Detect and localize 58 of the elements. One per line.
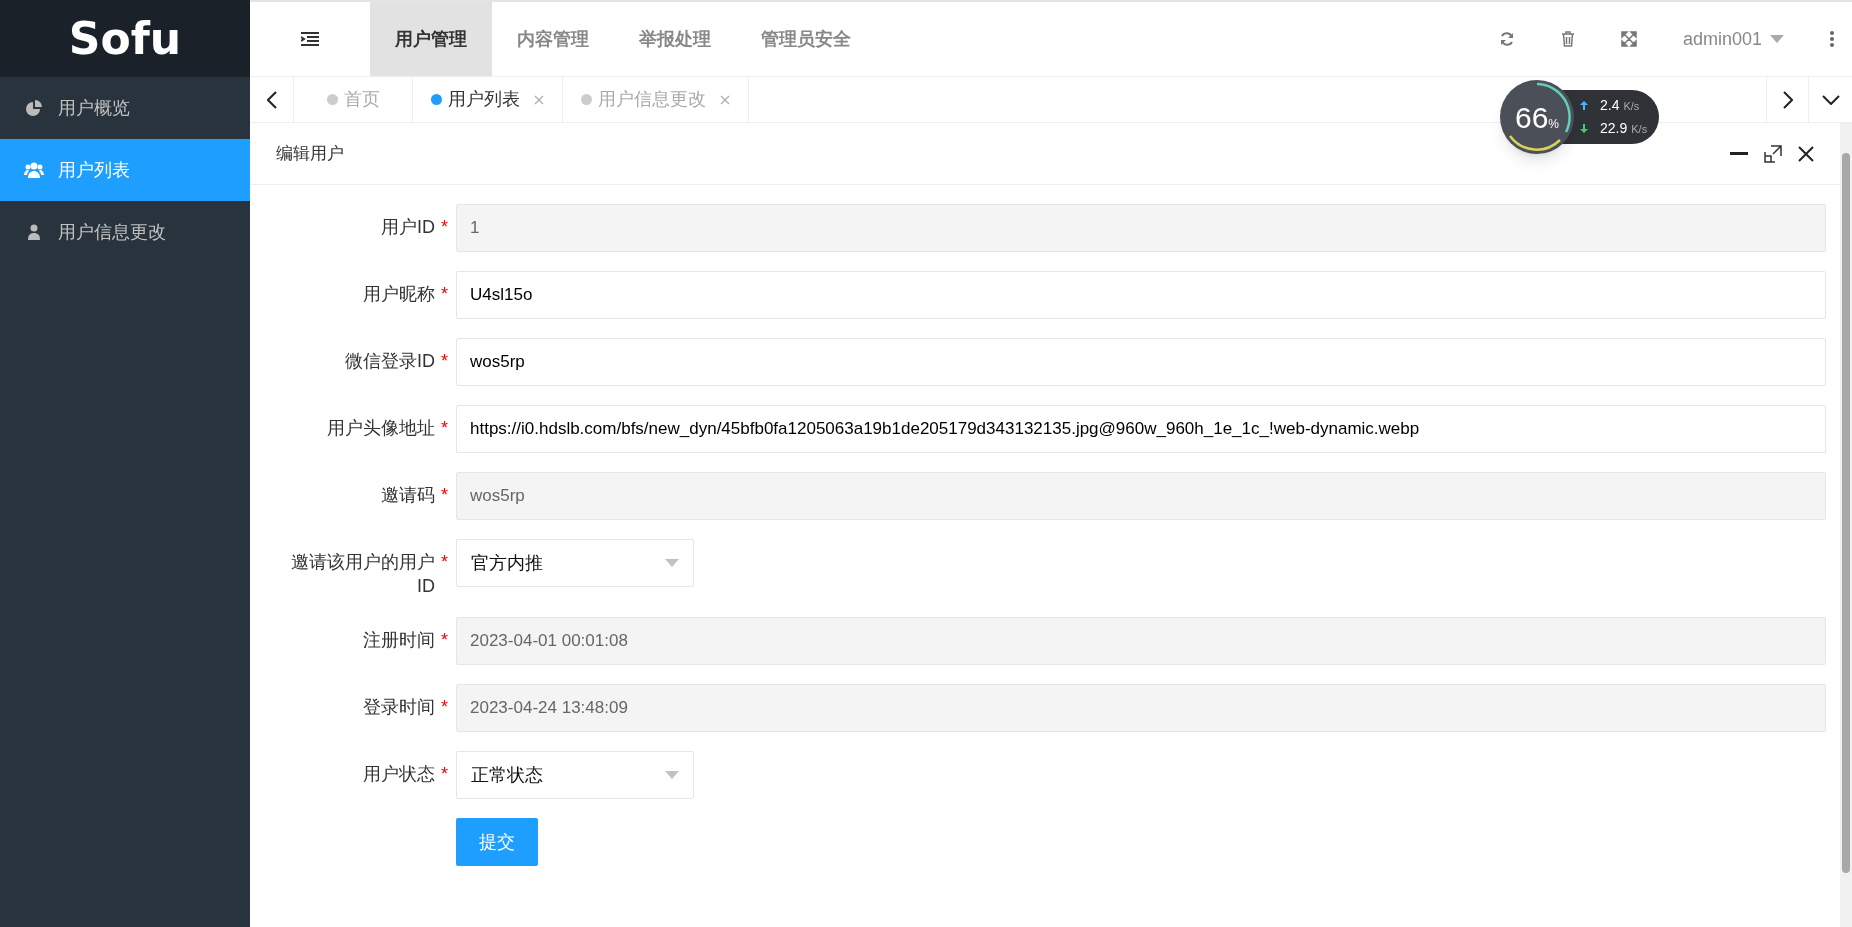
field-label: 用户昵称 * — [362, 281, 449, 306]
field-label: 注册时间 * — [362, 627, 449, 652]
required-asterisk: * — [441, 484, 448, 507]
required-asterisk: * — [441, 417, 448, 440]
top-menu-tab[interactable]: 内容管理 — [492, 2, 614, 76]
sidebar-item[interactable]: 用户概览 — [0, 77, 250, 139]
select-field[interactable]: 官方内推 — [456, 539, 694, 587]
panel-title: 编辑用户 — [276, 142, 344, 165]
scrollbar[interactable] — [1840, 123, 1852, 927]
pie-chart-icon — [24, 100, 44, 116]
caret-icon — [665, 559, 679, 567]
speed-value: 2.4 — [1600, 96, 1620, 115]
field-label: 登录时间 * — [362, 694, 449, 719]
field-label: 邀请该用户的用户ID * — [290, 549, 449, 598]
input-field[interactable]: https://i0.hdslb.com/bfs/new_dyn/45bfb0fa1205063a19b1de205179d343132135.jpg@960w_960h_1e_1c_!web-dynamic.webp — [456, 405, 1826, 453]
gauge-ring-drawing — [1509, 82, 1571, 151]
maximize-icon[interactable] — [1764, 144, 1782, 163]
percent-sign: % — [1548, 116, 1559, 133]
select-field[interactable]: 正常状态 — [456, 751, 694, 799]
more-icon[interactable] — [1830, 31, 1834, 47]
required-asterisk: * — [441, 696, 448, 719]
speed-unit: K/s — [1631, 122, 1648, 137]
field-label: 微信登录ID * — [344, 348, 449, 373]
required-asterisk: * — [441, 283, 448, 306]
required-asterisk: * — [441, 216, 448, 239]
users-icon — [24, 162, 44, 178]
minimize-icon[interactable] — [1730, 151, 1748, 156]
refresh-icon[interactable] — [1498, 31, 1515, 47]
field-label: 用户状态 * — [362, 761, 449, 786]
top-menu-tab[interactable]: 管理员安全 — [736, 2, 876, 76]
required-asterisk: * — [441, 350, 448, 373]
sidebar-item[interactable]: 用户列表 — [0, 139, 250, 201]
field-label: 邀请码 * — [380, 482, 449, 507]
top-menu-tab[interactable]: 举报处理 — [614, 2, 736, 76]
logo: Sofu — [68, 11, 182, 66]
caret-icon — [1770, 35, 1784, 43]
caret-icon — [665, 771, 679, 779]
input-field[interactable]: U4sl15o — [456, 271, 1826, 319]
top-menu-tab[interactable]: 用户管理 — [370, 2, 492, 76]
page-tab[interactable]: 用户列表 — [413, 77, 563, 122]
user-menu[interactable]: admin001 — [1682, 25, 1784, 53]
scrollbar-thumb[interactable] — [1842, 153, 1850, 873]
required-asterisk: * — [441, 763, 448, 786]
sidebar-item[interactable]: 用户信息更改 — [0, 201, 250, 263]
field-label: 用户头像地址 * — [326, 415, 449, 440]
submit-button[interactable]: 提交 — [456, 818, 538, 866]
speed-unit: K/s — [1623, 99, 1640, 114]
arrow-up-icon — [1580, 101, 1588, 110]
trash-icon[interactable] — [1560, 31, 1575, 47]
percent-value: 66 — [1514, 99, 1549, 136]
required-asterisk: * — [441, 629, 448, 652]
field-label: 用户ID * — [380, 214, 449, 239]
speed-value: 22.9 — [1600, 119, 1628, 138]
input-field[interactable]: wos5rp — [456, 338, 1826, 386]
fullscreen-icon[interactable] — [1620, 31, 1637, 47]
required-asterisk: * — [441, 551, 448, 574]
arrow-down-icon — [1580, 124, 1588, 133]
close-icon[interactable] — [1798, 145, 1814, 162]
